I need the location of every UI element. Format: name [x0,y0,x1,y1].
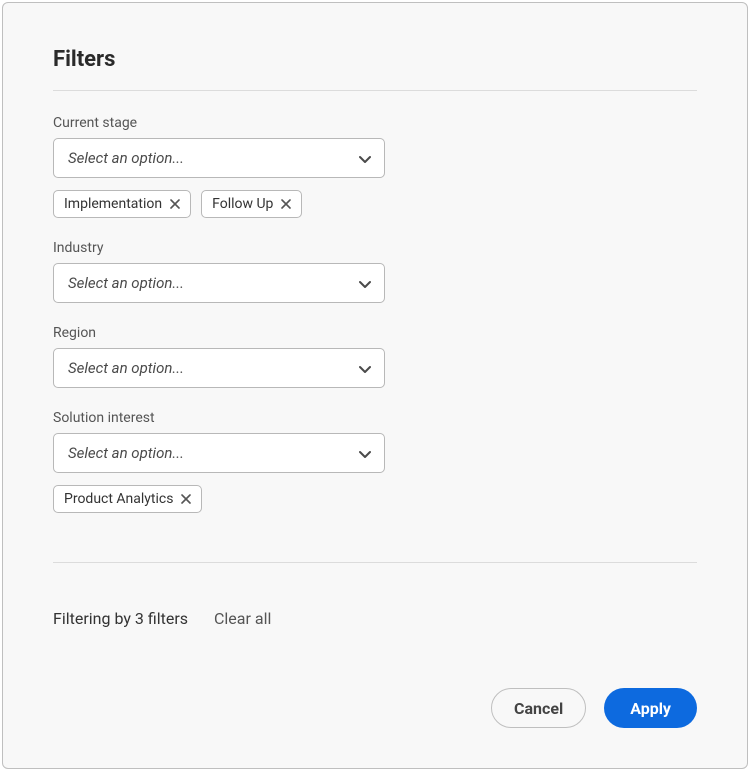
select-placeholder: Select an option... [68,444,184,462]
select-placeholder: Select an option... [68,149,184,167]
tag-label: Follow Up [212,196,273,212]
action-buttons: Cancel Apply [53,688,697,728]
filter-label-solution-interest: Solution interest [53,410,697,426]
dialog-title: Filters [53,47,697,72]
select-placeholder: Select an option... [68,359,184,377]
tag-label: Implementation [64,196,162,212]
dialog-footer: Filtering by 3 filters Clear all Cancel … [53,563,697,728]
apply-button[interactable]: Apply [604,688,697,728]
tag-follow-up: Follow Up [201,190,302,218]
filter-group-industry: Industry Select an option... [53,240,697,303]
filter-group-region: Region Select an option... [53,325,697,388]
select-wrap: Select an option... [53,348,385,388]
close-icon[interactable] [170,199,180,209]
filter-group-current-stage: Current stage Select an option... Implem… [53,115,697,218]
industry-select[interactable]: Select an option... [53,263,385,303]
tag-product-analytics: Product Analytics [53,485,202,513]
close-icon[interactable] [281,199,291,209]
close-icon[interactable] [181,494,191,504]
select-placeholder: Select an option... [68,274,184,292]
filter-label-region: Region [53,325,697,341]
region-select[interactable]: Select an option... [53,348,385,388]
filter-group-solution-interest: Solution interest Select an option... Pr… [53,410,697,513]
filters-dialog: Filters Current stage Select an option..… [2,2,748,769]
current-stage-select[interactable]: Select an option... [53,138,385,178]
select-wrap: Select an option... [53,263,385,303]
select-wrap: Select an option... [53,138,385,178]
filter-label-industry: Industry [53,240,697,256]
filtering-count-text: Filtering by 3 filters [53,609,188,628]
footer-summary: Filtering by 3 filters Clear all [53,609,697,628]
clear-all-button[interactable]: Clear all [214,609,271,628]
select-wrap: Select an option... [53,433,385,473]
filters-body: Current stage Select an option... Implem… [53,91,697,542]
tag-label: Product Analytics [64,491,173,507]
tag-list: Implementation Follow Up [53,190,697,218]
tag-list: Product Analytics [53,485,697,513]
solution-interest-select[interactable]: Select an option... [53,433,385,473]
tag-implementation: Implementation [53,190,191,218]
cancel-button[interactable]: Cancel [491,688,586,728]
filter-label-current-stage: Current stage [53,115,697,131]
